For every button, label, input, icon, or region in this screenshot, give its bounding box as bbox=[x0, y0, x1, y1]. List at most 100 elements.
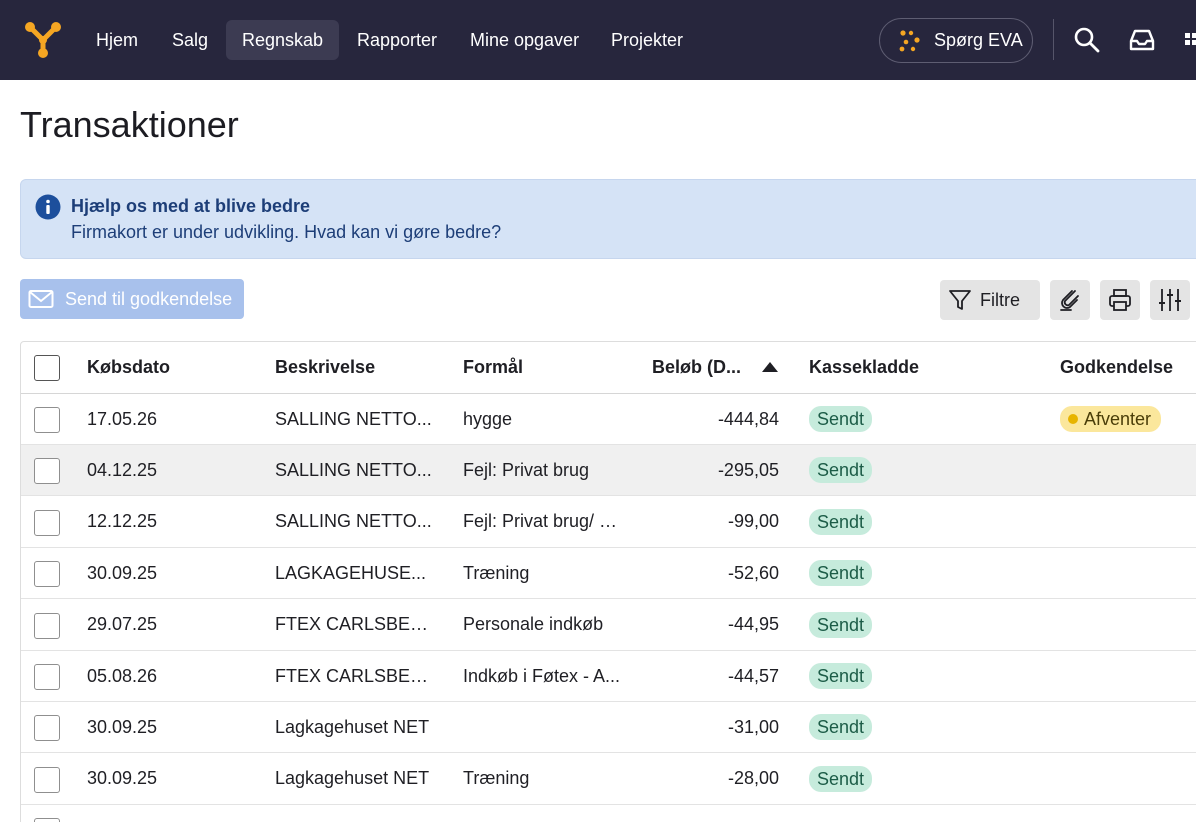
nav-item-hjem[interactable]: Hjem bbox=[80, 20, 154, 60]
cell-date: 04.12.25 bbox=[87, 459, 158, 480]
cell-amount: -295,05 bbox=[717, 459, 779, 480]
cell-kassekladde: Sendt bbox=[809, 394, 1039, 444]
nav-item-regnskab[interactable]: Regnskab bbox=[226, 20, 340, 60]
cell-amount: -44,95 bbox=[727, 614, 779, 635]
mail-icon bbox=[28, 290, 54, 308]
banner-title: Hjælp os med at blive bedre bbox=[71, 196, 311, 216]
attach-receipts-button[interactable] bbox=[1050, 280, 1090, 320]
cell-description: SALLING NETTO... bbox=[275, 511, 432, 532]
cell-kassekladde: Sendt bbox=[809, 497, 1039, 547]
cell-purpose[interactable]: Træning bbox=[463, 754, 623, 804]
filter-icon bbox=[949, 290, 971, 310]
cell-description: SALLING NETTO... bbox=[275, 459, 432, 480]
apps-grid-icon[interactable] bbox=[1184, 26, 1196, 54]
cell-purpose[interactable] bbox=[463, 702, 623, 752]
filter-button[interactable]: Filtre bbox=[940, 280, 1040, 320]
column-header-date[interactable]: Købsdato bbox=[87, 342, 257, 393]
cell-approval bbox=[1060, 445, 1196, 495]
ask-eva-label: Spørg EVA bbox=[934, 30, 1023, 50]
select-all-checkbox[interactable] bbox=[34, 355, 60, 381]
cell-approval bbox=[1060, 702, 1196, 752]
cell-kassekladde: Sendt bbox=[809, 445, 1039, 495]
filter-label: Filtre bbox=[980, 289, 1020, 310]
info-icon bbox=[35, 194, 61, 220]
cell-purpose[interactable]: Fejl: Privat brug/ HA bbox=[463, 497, 623, 547]
table-row-partial[interactable] bbox=[21, 805, 1196, 822]
cell-purpose[interactable]: Træning bbox=[463, 548, 623, 598]
column-settings-button[interactable] bbox=[1150, 280, 1190, 320]
table-header-row: Købsdato Beskrivelse Formål Beløb (D... … bbox=[21, 342, 1196, 394]
cell-description: SALLING NETTO... bbox=[275, 408, 432, 429]
status-badge-sendt: Sendt bbox=[809, 560, 873, 587]
nav-divider bbox=[1053, 19, 1054, 60]
column-header-approval[interactable]: Godkendelse bbox=[1060, 342, 1196, 393]
cell-description: Lagkagehuset NET bbox=[275, 768, 430, 789]
cell-amount: -28,00 bbox=[727, 768, 779, 789]
cell-purpose[interactable]: hygge bbox=[463, 394, 623, 444]
search-icon[interactable] bbox=[1073, 26, 1101, 54]
cell-approval bbox=[1060, 754, 1196, 804]
inbox-icon[interactable] bbox=[1128, 26, 1156, 54]
row-checkbox[interactable] bbox=[34, 407, 60, 433]
cell-approval bbox=[1060, 651, 1196, 701]
nav-item-rapporter[interactable]: Rapporter bbox=[341, 20, 453, 60]
attach-icon bbox=[1060, 290, 1079, 311]
column-header-description[interactable]: Beskrivelse bbox=[275, 342, 435, 393]
ask-eva-button[interactable]: Spørg EVA bbox=[879, 18, 1033, 63]
cell-kassekladde: Sendt bbox=[809, 702, 1039, 752]
row-checkbox[interactable] bbox=[34, 612, 60, 639]
cell-description: LAGKAGEHUSE... bbox=[275, 562, 427, 583]
print-button[interactable] bbox=[1100, 280, 1140, 320]
cell-description: FTEX CARLSBERG bbox=[275, 614, 435, 635]
cell-date: 29.07.25 bbox=[87, 614, 158, 635]
column-header-purpose[interactable]: Formål bbox=[463, 342, 623, 393]
cell-purpose[interactable]: Indkøb i Føtex - A... bbox=[463, 651, 623, 701]
table-row[interactable]: 04.12.25 SALLING NETTO... Fejl: Privat bru… bbox=[21, 445, 1196, 497]
row-checkbox[interactable] bbox=[34, 818, 60, 822]
logo-icon[interactable] bbox=[24, 21, 62, 59]
banner-text: Firmakort er under udvikling. Hvad kan v… bbox=[71, 222, 502, 242]
row-checkbox[interactable] bbox=[34, 664, 60, 690]
cell-approval bbox=[1060, 497, 1196, 547]
row-checkbox[interactable] bbox=[34, 561, 60, 588]
row-checkbox[interactable] bbox=[34, 509, 60, 536]
nav-item-projekter[interactable]: Projekter bbox=[595, 20, 699, 60]
row-checkbox[interactable] bbox=[34, 766, 60, 793]
status-dot-icon bbox=[1068, 414, 1078, 424]
cell-description: FTEX CARLSBERG bbox=[275, 665, 435, 686]
status-badge-sendt: Sendt bbox=[809, 663, 873, 689]
status-badge-sendt: Sendt bbox=[809, 406, 873, 432]
eva-icon bbox=[899, 29, 920, 51]
cell-approval: Afventer bbox=[1060, 394, 1196, 444]
column-header-kassekladde[interactable]: Kassekladde bbox=[809, 342, 1039, 393]
cell-amount: -99,00 bbox=[727, 511, 779, 532]
cell-kassekladde: Sendt bbox=[809, 548, 1039, 598]
cell-amount: -444,84 bbox=[717, 408, 779, 429]
cell-description: Lagkagehuset NET bbox=[275, 716, 430, 737]
cell-kassekladde: Sendt bbox=[809, 651, 1039, 701]
table-row[interactable]: 12.12.25 SALLING NETTO... Fejl: Privat bru… bbox=[21, 497, 1196, 548]
send-to-approval-label: Send til godkendelse bbox=[65, 288, 233, 309]
table-row[interactable]: 30.09.25 Lagkagehuset NET -31,00 Sendt bbox=[21, 702, 1196, 754]
cell-date: 30.09.25 bbox=[87, 768, 158, 789]
table-row[interactable]: 17.05.26 SALLING NETTO... hygge -444,84 Send… bbox=[21, 394, 1196, 445]
status-badge-sendt: Sendt bbox=[809, 611, 873, 638]
transactions-table: Købsdato Beskrivelse Formål Beløb (D... … bbox=[20, 341, 1196, 822]
send-to-approval-button[interactable]: Send til godkendelse bbox=[20, 279, 244, 319]
cell-amount: -31,00 bbox=[727, 716, 779, 737]
cell-kassekladde: Sendt bbox=[809, 600, 1039, 650]
cell-purpose[interactable]: Personale indkøb bbox=[463, 600, 623, 650]
sort-ascending-icon[interactable] bbox=[762, 362, 778, 372]
feedback-banner[interactable]: Hjælp os med at blive bedre Firmakort er… bbox=[20, 179, 1196, 259]
row-checkbox[interactable] bbox=[34, 715, 60, 742]
table-row[interactable]: 30.09.25 Lagkagehuset NET Træning -28,00 Sen… bbox=[21, 754, 1196, 805]
table-row[interactable]: 29.07.25 FTEX CARLSBERG Personale indkøb -4… bbox=[21, 600, 1196, 651]
cell-purpose[interactable]: Fejl: Privat brug bbox=[463, 445, 623, 495]
status-badge-sendt: Sendt bbox=[809, 457, 873, 484]
nav-item-salg[interactable]: Salg bbox=[156, 20, 224, 60]
table-row[interactable]: 05.08.26 FTEX CARLSBERG Indkøb i Føtex - A… bbox=[21, 651, 1196, 702]
nav-item-mine-opgaver[interactable]: Mine opgaver bbox=[454, 20, 595, 60]
table-row[interactable]: 30.09.25 LAGKAGEHUSE... Træning -52,60 Sendt bbox=[21, 548, 1196, 600]
row-checkbox[interactable] bbox=[34, 458, 60, 485]
cell-date: 30.09.25 bbox=[87, 562, 158, 583]
